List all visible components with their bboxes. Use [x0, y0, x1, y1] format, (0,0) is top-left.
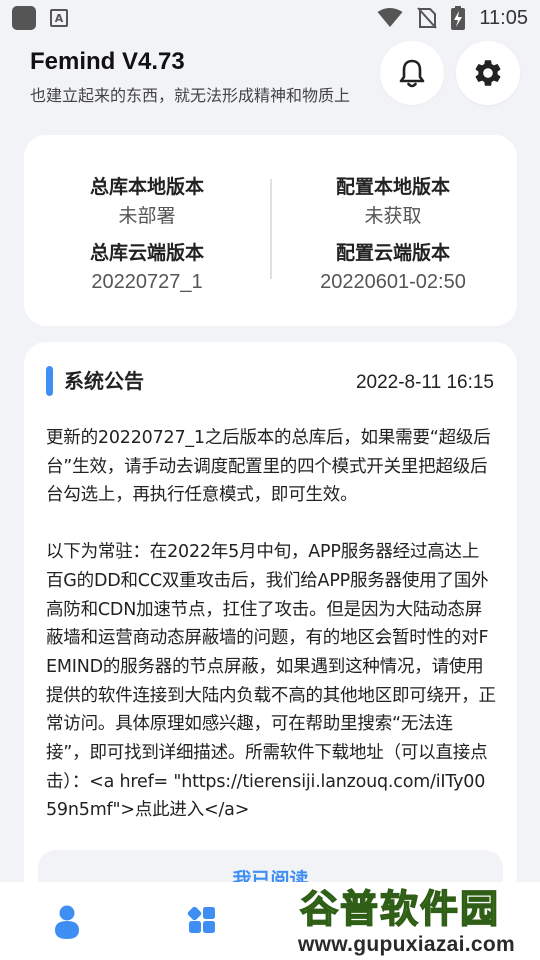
system-notice-card[interactable]: 系统公告 2022-8-11 16:15 更新的20220727_1之后版本的总… — [24, 342, 517, 902]
cloud-config-version-label: 配置云端版本 — [335, 242, 450, 264]
local-main-version-value: 未部署 — [118, 205, 176, 227]
battery-charging-icon — [451, 6, 466, 30]
bell-icon — [399, 59, 425, 88]
app-notification-icon — [12, 6, 36, 30]
notice-paragraph: 更新的20220727_1之后版本的总库后，如果需要“超级后台”生效，请手动去调… — [46, 428, 491, 506]
notice-accent-bar — [46, 366, 53, 396]
app-header: Femind V4.73 也建立起来的东西，就无法形成精神和物质上 — [30, 48, 380, 106]
nav-user-tab[interactable] — [47, 902, 87, 942]
notice-timestamp: 2022-8-11 16:15 — [355, 372, 494, 393]
settings-button[interactable] — [456, 41, 520, 105]
cloud-main-version-label: 总库云端版本 — [89, 242, 204, 264]
notice-paragraph[interactable]: 以下为常驻：在2022年5月中旬，APP服务器经过高达上百G的DD和CC双重攻击… — [46, 538, 496, 825]
no-sim-icon — [417, 7, 438, 29]
notice-title: 系统公告 — [64, 369, 144, 393]
apps-icon — [187, 907, 215, 933]
cloud-config-version-value: 20220601-02:50 — [320, 271, 466, 293]
a-icon: A — [50, 9, 68, 27]
app-subtitle-marquee: 也建立起来的东西，就无法形成精神和物质上 — [30, 86, 351, 105]
local-main-version-label: 总库本地版本 — [89, 176, 204, 198]
watermark-url: www.gupuxiazai.com — [298, 933, 515, 956]
notice-body[interactable]: 更新的20220727_1之后版本的总库后，如果需要“超级后台”生效，请手动去调… — [46, 424, 496, 853]
config-versions: 配置本地版本 未获取 配置云端版本 20220601-02:50 — [270, 173, 516, 305]
watermark-logo-text: 谷普软件园 — [299, 886, 501, 932]
app-title: Femind V4.73 — [30, 48, 185, 75]
nav-apps-tab[interactable] — [182, 902, 222, 942]
status-bar: A 11:05 — [0, 0, 540, 36]
wifi-icon — [377, 8, 403, 27]
version-info-card: 总库本地版本 未部署 总库云端版本 20220727_1 配置本地版本 未获取 … — [24, 135, 517, 326]
user-icon — [55, 905, 79, 939]
clock-time: 11:05 — [479, 6, 528, 29]
notifications-button[interactable] — [380, 41, 444, 105]
cloud-main-version-value: 20220727_1 — [91, 271, 203, 293]
local-config-version-value: 未获取 — [364, 205, 422, 227]
gear-icon — [475, 60, 501, 86]
site-watermark: 谷普软件园 www.gupuxiazai.com — [296, 886, 540, 960]
local-config-version-label: 配置本地版本 — [335, 176, 450, 198]
main-library-versions: 总库本地版本 未部署 总库云端版本 20220727_1 — [24, 173, 270, 305]
